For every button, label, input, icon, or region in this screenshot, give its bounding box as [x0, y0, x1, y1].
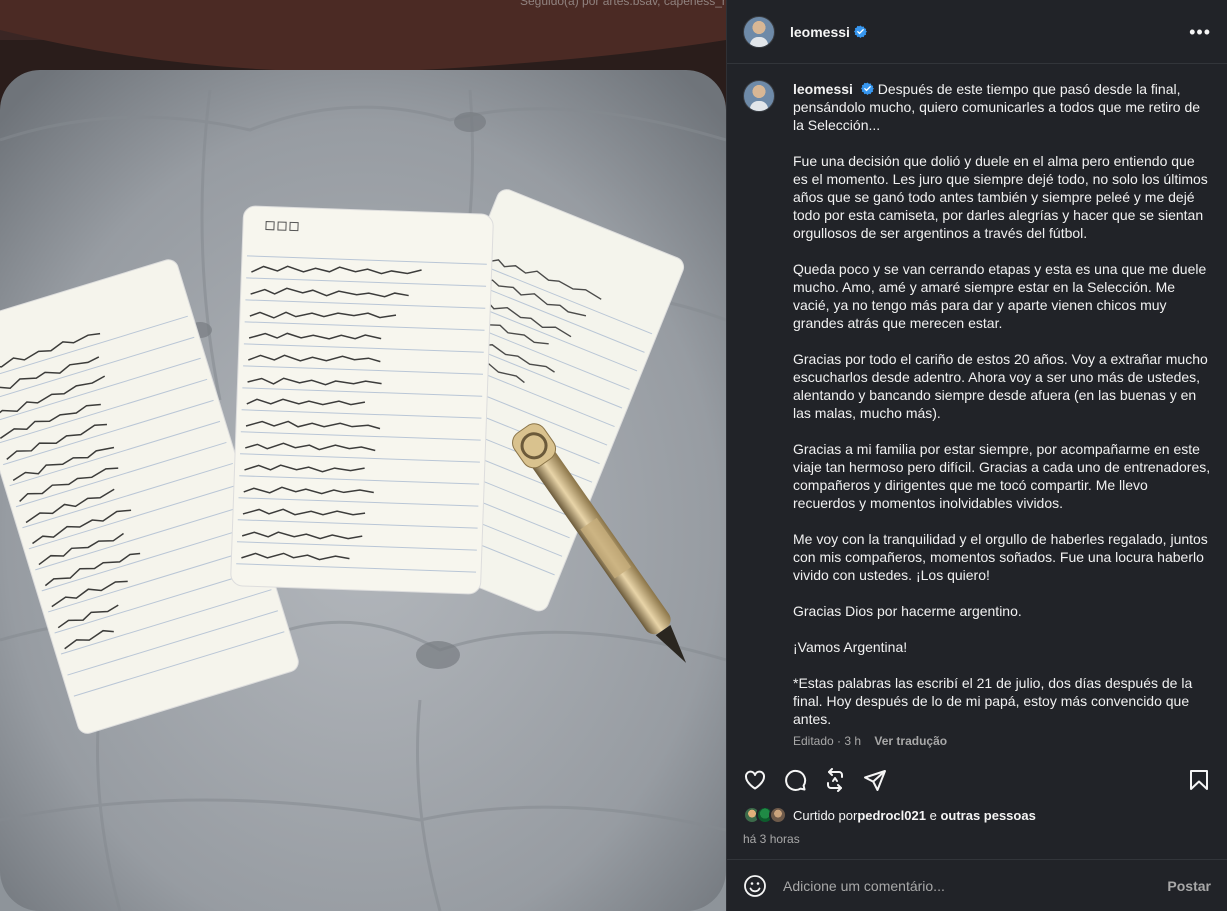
post-header: leomessi •••: [727, 0, 1227, 64]
photo-top-caption: Seguido(a) por artes.bsav, capeness_mv e…: [520, 0, 726, 8]
verified-badge-icon: [853, 25, 867, 38]
caption-paragraph-3: Queda poco y se van cerrando etapas y es…: [793, 261, 1207, 331]
bookmark-icon[interactable]: [1187, 768, 1211, 792]
more-options-icon[interactable]: •••: [1189, 23, 1211, 41]
emoji-icon[interactable]: [743, 874, 767, 898]
caption-paragraph-6: Me voy con la tranquilidad y el orgullo …: [793, 531, 1208, 583]
liked-by-others[interactable]: outras pessoas: [940, 808, 1035, 823]
caption-body: leomessi Después de este tiempo que pasó…: [793, 80, 1211, 758]
middle-memo-note: [230, 205, 494, 595]
comment-bar: Postar: [727, 859, 1227, 911]
liked-by-user[interactable]: pedrocl021: [857, 808, 926, 823]
photo-illustration: [0, 0, 726, 911]
instagram-post-viewer: Seguido(a) por artes.bsav, capeness_mv e…: [0, 0, 1227, 911]
caption-paragraph-1-text: Después de este tiempo que pasó desde la…: [793, 81, 1201, 133]
send-icon[interactable]: [863, 768, 887, 792]
caption-paragraph-1: leomessi Después de este tiempo que pasó…: [793, 80, 1211, 134]
caption-avatar[interactable]: [743, 80, 775, 112]
header-username-wrap: leomessi: [790, 24, 867, 40]
repost-icon[interactable]: [823, 768, 847, 792]
caption-meta: Editado · 3 h Ver tradução: [793, 734, 1211, 748]
liker-avatar[interactable]: [769, 806, 787, 824]
edited-time: Editado · 3 h: [793, 734, 862, 748]
liked-by-prefix: Curtido por: [793, 807, 858, 823]
caption-paragraph-8: ¡Vamos Argentina!: [793, 639, 908, 655]
caption-paragraph-4: Gracias por todo el cariño de estos 20 a…: [793, 351, 1208, 421]
caption-username[interactable]: leomessi: [793, 81, 853, 97]
comment-input[interactable]: [783, 877, 1168, 894]
action-bar: [727, 758, 1227, 802]
caption-paragraph-7: Gracias Dios por hacerme argentino.: [793, 603, 1022, 619]
caption-paragraph-9: *Estas palabras las escribí el 21 de jul…: [793, 675, 1193, 727]
liker-avatars[interactable]: [743, 806, 787, 824]
liked-by-middle: e: [925, 807, 941, 823]
liked-by: Curtido por pedrocl021 e outras pessoas: [743, 806, 1036, 824]
header-username[interactable]: leomessi: [790, 24, 850, 40]
post-timestamp[interactable]: há 3 horas: [743, 832, 800, 846]
post-sidebar: leomessi ••• leomessi Después de este ti…: [726, 0, 1227, 911]
heart-icon[interactable]: [743, 768, 767, 792]
post-photo: Seguido(a) por artes.bsav, capeness_mv e…: [0, 0, 726, 911]
post-comment-button[interactable]: Postar: [1167, 878, 1211, 894]
comment-icon[interactable]: [783, 768, 807, 792]
caption-paragraph-5: Gracias a mi familia por estar siempre, …: [793, 441, 1211, 511]
caption-text: leomessi Después de este tiempo que pasó…: [793, 80, 1211, 728]
caption-paragraph-2: Fue una decisión que dolió y duele en el…: [793, 153, 1208, 241]
caption-area: leomessi Después de este tiempo que pasó…: [727, 64, 1227, 758]
see-translation-link[interactable]: Ver tradução: [874, 734, 947, 748]
verified-badge-icon: [860, 82, 874, 95]
author-avatar[interactable]: [743, 15, 775, 48]
